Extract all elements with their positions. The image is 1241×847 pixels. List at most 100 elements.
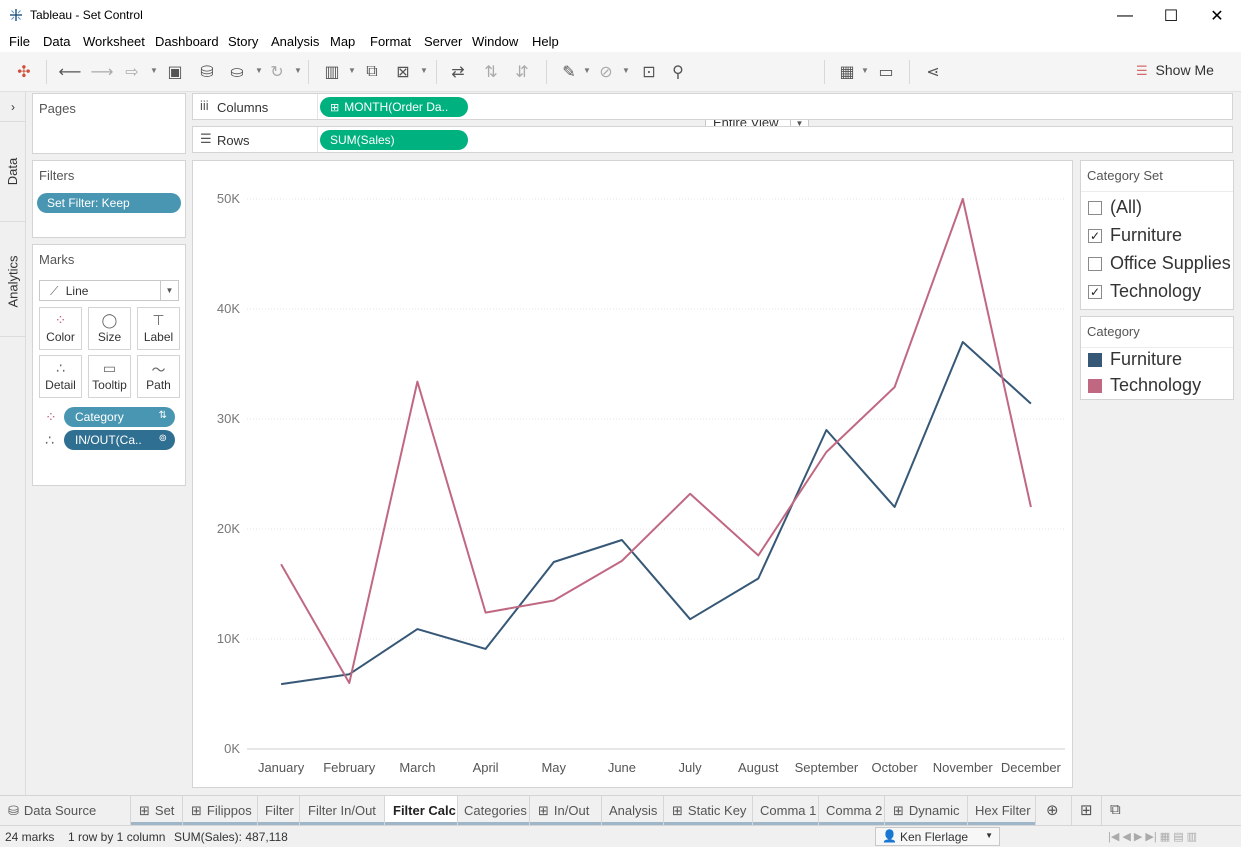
tab-filter[interactable]: Filter <box>258 796 300 825</box>
show-me-button[interactable]: ☰ Show Me <box>1136 62 1214 79</box>
menu-worksheet[interactable]: Worksheet <box>83 34 145 49</box>
tab-label: Data Source <box>23 803 97 818</box>
share-icon[interactable]: ⋖ <box>921 61 945 83</box>
tab-label: Filter In/Out <box>308 803 376 818</box>
tab-filippos[interactable]: ⊞ Filippos <box>183 796 258 825</box>
tableau-home-icon[interactable]: ✣ <box>12 61 36 83</box>
menu-dashboard[interactable]: Dashboard <box>155 34 219 49</box>
new-worksheet-tab-button[interactable]: ⊕ <box>1036 796 1072 825</box>
inout-field-pill[interactable]: IN/OUT(Ca.. ⊚ <box>64 430 175 450</box>
duplicate-sheet-icon[interactable]: ⧉ <box>360 61 384 83</box>
tab-dynamic[interactable]: ⊞ Dynamic <box>885 796 968 825</box>
menu-map[interactable]: Map <box>330 34 355 49</box>
new-dashboard-tab-button[interactable]: ⊞ <box>1072 796 1102 825</box>
tab-label: Filter Calc <box>393 803 456 818</box>
minimize-button[interactable]: — <box>1102 0 1148 32</box>
menu-story[interactable]: Story <box>228 34 258 49</box>
detail-button[interactable]: ∴ Detail <box>39 355 82 398</box>
new-worksheet-icon[interactable]: ▥ <box>320 61 344 83</box>
new-worksheet-icon: ⊕ <box>1046 802 1059 819</box>
filters-card[interactable]: Filters Set Filter: Keep <box>32 160 186 238</box>
presentation-mode-icon[interactable]: ▭ <box>874 61 898 83</box>
sort-ascending-icon[interactable]: ⇅ <box>479 61 503 83</box>
filter-pill[interactable]: Set Filter: Keep <box>37 193 181 213</box>
columns-shelf[interactable]: iii Columns ⊞ MONTH(Order Da.. <box>192 93 1233 120</box>
tooltip-button[interactable]: ▭ Tooltip <box>88 355 131 398</box>
label-button[interactable]: ⊤ Label <box>137 307 180 350</box>
undo-icon[interactable]: ⟵ <box>58 61 82 83</box>
show-mark-labels-icon[interactable]: ⊡ <box>637 61 661 83</box>
menu-analysis[interactable]: Analysis <box>271 34 319 49</box>
tab-in-out[interactable]: ⊞ In/Out <box>530 796 602 825</box>
close-button[interactable]: ✕ <box>1194 0 1240 32</box>
legend-item-furniture[interactable]: Furniture <box>1088 349 1182 370</box>
line-chart[interactable]: 0K 10K 20K 30K 40K 50K January February March Apr… <box>193 161 1074 789</box>
menu-data[interactable]: Data <box>43 34 70 49</box>
tab-comma-2[interactable]: Comma 2 <box>819 796 885 825</box>
expand-sidebar-button[interactable]: › <box>0 92 26 122</box>
tab-categories[interactable]: Categories <box>458 796 530 825</box>
menu-format[interactable]: Format <box>370 34 411 49</box>
redo-icon[interactable]: ⟶ <box>90 61 114 83</box>
y-tick-label: 40K <box>217 301 240 316</box>
size-button[interactable]: ◯ Size <box>88 307 131 350</box>
rows-pill[interactable]: SUM(Sales) <box>320 130 468 150</box>
replay-icon[interactable]: ⇨ <box>120 61 144 83</box>
new-data-source-icon[interactable]: ⛁ <box>195 61 219 83</box>
navigation-arrows[interactable]: |◀ ◀ ▶ ▶| ▦ ▤ ▥ <box>1108 830 1197 843</box>
expand-icon: ⊞ <box>330 102 340 114</box>
sort-descending-icon[interactable]: ⇵ <box>510 61 534 83</box>
legend-item-technology[interactable]: Technology <box>1088 375 1201 396</box>
refresh-icon[interactable]: ↻ <box>265 61 289 83</box>
tab-comma-1[interactable]: Comma 1 <box>753 796 819 825</box>
pause-updates-icon[interactable]: ⛀ <box>225 61 249 83</box>
tab-static-key[interactable]: ⊞ Static Key <box>664 796 753 825</box>
category-set-title: Category Set <box>1087 168 1163 183</box>
detail-icon: ∴ <box>56 360 65 376</box>
mark-type-dropdown[interactable]: ⟋ Line ▼ <box>39 280 179 301</box>
tab-filter-in-out[interactable]: Filter In/Out <box>300 796 385 825</box>
menu-window[interactable]: Window <box>472 34 518 49</box>
y-tick-label: 10K <box>217 631 240 646</box>
tab-filter-calc[interactable]: Filter Calc <box>385 796 458 825</box>
category-field-pill[interactable]: Category ⇅ <box>64 407 175 427</box>
category-set-item-office-supplies[interactable]: Office Supplies <box>1088 253 1231 274</box>
maximize-button[interactable]: ☐ <box>1148 0 1194 32</box>
tab-data-source[interactable]: ⛁ Data Source <box>0 796 131 825</box>
category-set-item-furniture[interactable]: ✓ Furniture <box>1088 225 1182 246</box>
color-button[interactable]: ⁘ Color <box>39 307 82 350</box>
inout-field-label: IN/OUT(Ca.. <box>75 433 142 447</box>
tab-label: Hex Filter <box>975 803 1031 818</box>
tab-hex-filter[interactable]: Hex Filter <box>968 796 1036 825</box>
tab-analysis[interactable]: Analysis <box>602 796 664 825</box>
clear-sheet-icon[interactable]: ⊠ <box>391 61 415 83</box>
rows-columns-count: 1 row by 1 column <box>68 830 166 844</box>
y-tick-label: 30K <box>217 411 240 426</box>
show-cards-icon[interactable]: ▦ <box>835 61 859 83</box>
marks-card-title: Marks <box>39 252 75 267</box>
new-dashboard-icon: ⊞ <box>1080 802 1093 819</box>
save-icon[interactable]: ▣ <box>163 61 187 83</box>
new-story-tab-button[interactable]: ⧉ <box>1102 796 1136 825</box>
swap-rows-columns-icon[interactable]: ⇄ <box>446 61 470 83</box>
detail-button-label: Detail <box>45 378 76 392</box>
highlight-icon[interactable]: ✎ <box>557 61 581 83</box>
tab-analytics[interactable]: Analytics <box>0 227 26 337</box>
pages-card[interactable]: Pages <box>32 93 186 154</box>
tab-set[interactable]: ⊞ Set <box>131 796 183 825</box>
sort-icon: ⇅ <box>158 410 167 421</box>
user-dropdown[interactable]: 👤 Ken Flerlage ▼ <box>875 827 1000 846</box>
path-button[interactable]: 〜 Path <box>137 355 180 398</box>
columns-pill[interactable]: ⊞ MONTH(Order Da.. <box>320 97 468 117</box>
chart-pane[interactable]: 0K 10K 20K 30K 40K 50K January February March Apr… <box>192 160 1073 788</box>
menu-file[interactable]: File <box>9 34 30 49</box>
category-set-item-technology[interactable]: ✓ Technology <box>1088 281 1201 302</box>
tab-data[interactable]: Data <box>0 122 26 222</box>
tab-label: Categories <box>464 803 527 818</box>
menu-help[interactable]: Help <box>532 34 559 49</box>
category-set-item-all[interactable]: (All) <box>1088 197 1142 218</box>
rows-shelf[interactable]: ☰ Rows SUM(Sales) <box>192 126 1233 153</box>
fix-axes-icon[interactable]: ⚲ <box>666 61 690 83</box>
group-members-icon[interactable]: ⊘ <box>594 61 618 83</box>
menu-server[interactable]: Server <box>424 34 462 49</box>
